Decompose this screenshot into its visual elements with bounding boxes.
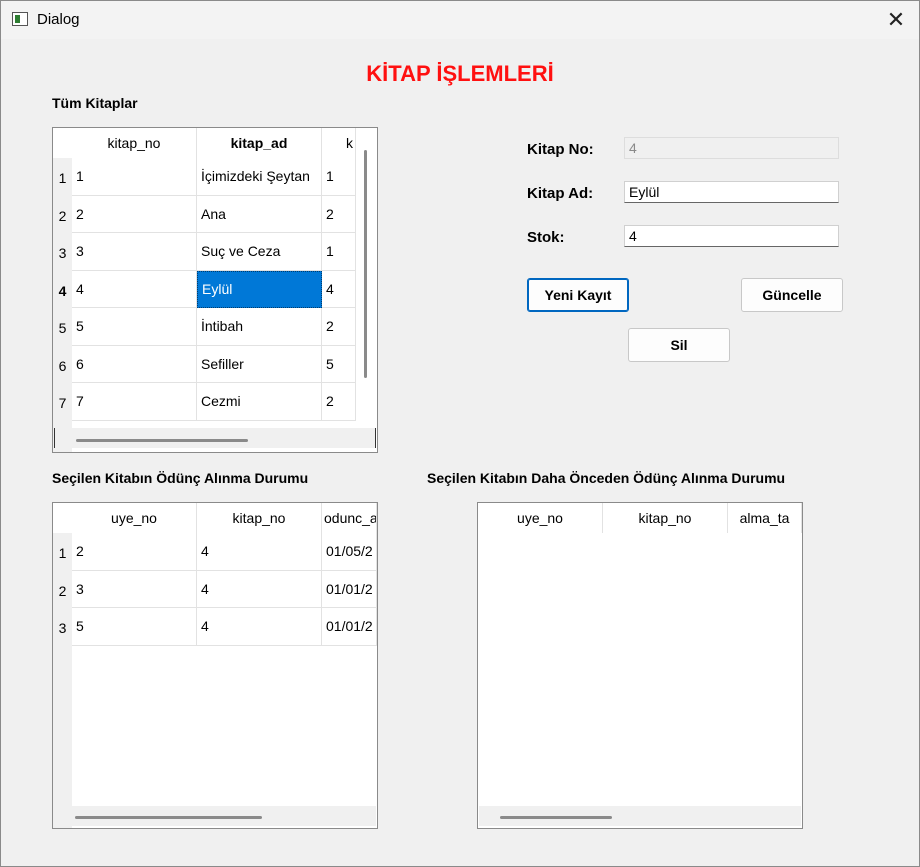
row-header[interactable]: 5 xyxy=(53,320,72,336)
table-cell[interactable]: İntibah xyxy=(197,308,322,346)
table-cell[interactable]: 5 xyxy=(322,345,356,383)
column-header-uye-no[interactable]: uye_no xyxy=(478,503,603,533)
app-icon xyxy=(12,12,28,26)
column-header-alma-tarihi[interactable]: alma_ta xyxy=(728,503,802,533)
table-cell[interactable]: Eylül xyxy=(197,270,322,308)
table-cell[interactable]: Sefiller xyxy=(197,345,322,383)
current-loans-scroll-thumb[interactable] xyxy=(75,816,262,819)
table-cell[interactable]: 01/01/2 xyxy=(322,608,377,646)
update-button[interactable]: Güncelle xyxy=(741,278,843,312)
table-cell[interactable]: 3 xyxy=(72,233,197,271)
table-cell[interactable]: Suç ve Ceza xyxy=(197,233,322,271)
row-header[interactable]: 3 xyxy=(53,245,72,261)
table-cell[interactable]: 3 xyxy=(72,570,197,608)
page-title: KİTAP İŞLEMLERİ xyxy=(366,61,554,86)
dialog-window: Dialog ✕ KİTAP İŞLEMLERİ Tüm Kitaplar ki… xyxy=(0,0,920,867)
table-cell[interactable]: 01/05/2 xyxy=(322,533,377,571)
row-header[interactable]: 3 xyxy=(53,620,72,636)
past-loans-scroll-thumb[interactable] xyxy=(500,816,612,819)
past-loans-label: Seçilen Kitabın Daha Önceden Ödünç Alınm… xyxy=(427,470,786,486)
table-cell[interactable]: 2 xyxy=(72,533,197,571)
row-header[interactable]: 7 xyxy=(53,395,72,411)
kitap-no-field[interactable]: 4 xyxy=(624,137,839,159)
books-table-label: Tüm Kitaplar xyxy=(52,95,138,111)
row-header[interactable]: 2 xyxy=(53,583,72,599)
new-record-button[interactable]: Yeni Kayıt xyxy=(527,278,629,312)
table-cell[interactable]: 4 xyxy=(197,570,322,608)
table-cell[interactable]: 2 xyxy=(72,195,197,233)
stok-field[interactable]: 4 xyxy=(624,225,839,247)
kitap-ad-field[interactable]: Eylül xyxy=(624,181,839,203)
row-header[interactable]: 1 xyxy=(53,545,72,561)
close-icon[interactable]: ✕ xyxy=(873,1,919,39)
table-cell[interactable]: İçimizdeki Şeytan xyxy=(197,158,322,196)
current-loans-header: uye_no kitap_no odunc_a xyxy=(53,503,377,533)
books-horizontal-scroll-thumb[interactable] xyxy=(76,439,248,442)
table-cell[interactable]: Ana xyxy=(197,195,322,233)
column-header-kitap-no[interactable]: kitap_no xyxy=(72,128,197,158)
window-title: Dialog xyxy=(37,11,80,28)
table-cell[interactable]: 4 xyxy=(72,270,197,308)
kitap-ad-label: Kitap Ad: xyxy=(527,185,594,202)
past-loans-horizontal-scrollbar[interactable] xyxy=(479,806,801,826)
books-table[interactable]: kitap_no kitap_ad k 1 1 İçimizdeki Şeytan 1… xyxy=(52,127,378,453)
table-cell[interactable]: 4 xyxy=(197,533,322,571)
table-cell[interactable]: 6 xyxy=(72,345,197,383)
table-cell[interactable]: 2 xyxy=(322,308,356,346)
books-vertical-scrollbar[interactable] xyxy=(364,150,367,378)
table-cell[interactable]: 01/01/2 xyxy=(322,570,377,608)
stok-label: Stok: xyxy=(527,229,565,246)
row-header[interactable]: 4 xyxy=(53,283,72,299)
table-cell[interactable]: 1 xyxy=(322,233,356,271)
table-cell[interactable]: 2 xyxy=(322,383,356,421)
column-header-kitap-no[interactable]: kitap_no xyxy=(197,503,322,533)
current-loans-table[interactable]: uye_no kitap_no odunc_a 1 2 4 01/05/2 2 3 4 01/… xyxy=(52,502,378,829)
row-header[interactable]: 6 xyxy=(53,358,72,374)
row-header[interactable]: 2 xyxy=(53,208,72,224)
table-cell[interactable]: 1 xyxy=(72,158,197,196)
column-header-kitap-no[interactable]: kitap_no xyxy=(603,503,728,533)
title-bar[interactable]: Dialog ✕ xyxy=(1,1,919,39)
kitap-no-label: Kitap No: xyxy=(527,141,594,158)
table-cell[interactable]: 5 xyxy=(72,608,197,646)
table-cell[interactable]: 7 xyxy=(72,383,197,421)
table-cell[interactable]: 5 xyxy=(72,308,197,346)
column-header-stok[interactable]: k xyxy=(322,128,356,158)
past-loans-header: uye_no kitap_no alma_ta xyxy=(478,503,802,533)
delete-button[interactable]: Sil xyxy=(628,328,730,362)
books-table-header: kitap_no kitap_ad k xyxy=(53,128,377,158)
column-header-odunc-alma[interactable]: odunc_a xyxy=(322,503,377,533)
column-header-uye-no[interactable]: uye_no xyxy=(72,503,197,533)
books-horizontal-scrollbar[interactable] xyxy=(54,428,376,448)
column-header-kitap-ad[interactable]: kitap_ad xyxy=(197,128,322,158)
row-header[interactable]: 1 xyxy=(53,170,72,186)
current-loans-horizontal-scrollbar[interactable] xyxy=(54,806,376,826)
table-cell[interactable]: Cezmi xyxy=(197,383,322,421)
current-loans-label: Seçilen Kitabın Ödünç Alınma Durumu xyxy=(52,470,309,486)
table-cell[interactable]: 4 xyxy=(322,270,356,308)
table-cell[interactable]: 4 xyxy=(197,608,322,646)
table-cell[interactable]: 1 xyxy=(322,158,356,196)
table-cell[interactable]: 2 xyxy=(322,195,356,233)
past-loans-table[interactable]: uye_no kitap_no alma_ta xyxy=(477,502,803,829)
